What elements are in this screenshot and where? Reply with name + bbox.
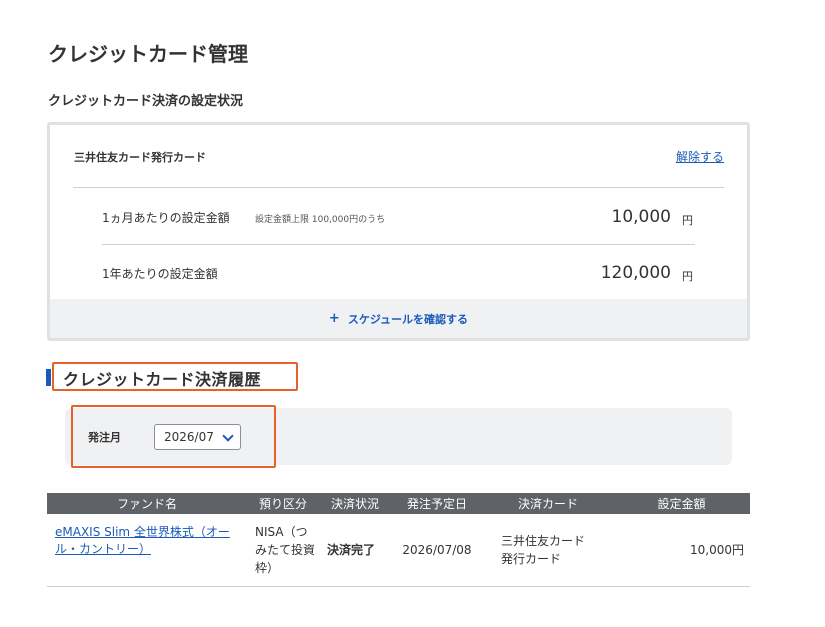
highlight-box: [52, 362, 298, 391]
highlight-box: [71, 405, 276, 468]
monthly-amount-value: 10,000: [611, 207, 671, 227]
yearly-amount-unit: 円: [682, 270, 693, 283]
schedule-link[interactable]: + スケジュールを確認する: [50, 299, 747, 338]
settings-subtitle: クレジットカード決済の設定状況: [48, 94, 244, 109]
cancel-card-link[interactable]: 解除する: [676, 148, 724, 165]
yearly-amount-value: 120,000: [600, 263, 671, 283]
table-row: eMAXIS Slim 全世界株式（オール・カントリー） NISA（つみたて投資…: [47, 514, 750, 587]
column-header-order-date: 発注予定日: [391, 493, 483, 514]
plus-icon: +: [328, 311, 340, 326]
card-name: 三井住友カード発行カード: [74, 151, 206, 164]
column-header-amount: 設定金額: [613, 493, 750, 514]
monthly-limit-note: 設定金額上限 100,000円のうち: [255, 215, 386, 225]
payment-card-cell: 三井住友カード発行カード: [483, 514, 613, 587]
section-marker: [46, 369, 51, 386]
payment-status-cell: 決済完了: [319, 514, 391, 587]
monthly-amount-unit: 円: [682, 214, 693, 227]
set-amount-cell: 10,000円: [613, 514, 750, 587]
column-header-fund: ファンド名: [47, 493, 247, 514]
order-date-cell: 2026/07/08: [391, 514, 483, 587]
table-header-row: ファンド名 預り区分 決済状況 発注予定日 決済カード 設定金額: [47, 493, 750, 514]
page-title: クレジットカード管理: [48, 42, 248, 66]
schedule-link-label: スケジュールを確認する: [347, 312, 469, 326]
divider: [102, 244, 695, 245]
column-header-card: 決済カード: [483, 493, 613, 514]
account-type-cell: NISA（つみたて投資枠）: [247, 514, 319, 587]
column-header-account: 預り区分: [247, 493, 319, 514]
card-settings-panel: 三井住友カード発行カード 解除する 1ヵ月あたりの設定金額 設定金額上限 100…: [47, 122, 750, 341]
column-header-status: 決済状況: [319, 493, 391, 514]
monthly-amount-label: 1ヵ月あたりの設定金額: [102, 211, 230, 225]
fund-name-link[interactable]: eMAXIS Slim 全世界株式（オール・カントリー）: [55, 524, 233, 558]
yearly-amount-label: 1年あたりの設定金額: [102, 267, 218, 281]
divider: [73, 187, 724, 188]
history-table: ファンド名 預り区分 決済状況 発注予定日 決済カード 設定金額 eMAXIS …: [47, 493, 750, 587]
